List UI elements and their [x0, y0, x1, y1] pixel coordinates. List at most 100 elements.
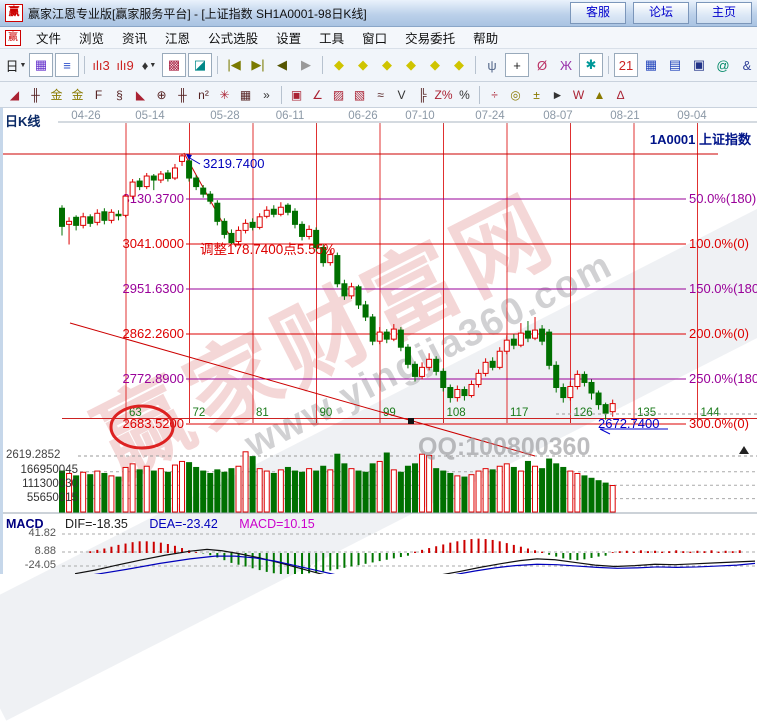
- first-page-icon[interactable]: |◀: [223, 54, 245, 76]
- candle: [561, 387, 566, 397]
- spiral-icon[interactable]: §: [110, 85, 129, 104]
- multi-window-icon[interactable]: ▦: [29, 53, 53, 77]
- gold-circle-icon[interactable]: ◎: [506, 85, 525, 104]
- web-link-icon[interactable]: @: [712, 54, 734, 76]
- date-tick-label: 06-11: [276, 110, 305, 122]
- star-target-icon[interactable]: ✳: [215, 85, 234, 104]
- menu-item-5[interactable]: 公式选股: [199, 26, 267, 49]
- shaded-box-icon[interactable]: ▨: [329, 85, 348, 104]
- menu-item-8[interactable]: 窗口: [353, 26, 396, 49]
- menu-item-3[interactable]: 资讯: [113, 26, 156, 49]
- calendar-icon[interactable]: 21: [614, 53, 638, 77]
- smart-analysis-icon[interactable]: ✱: [579, 53, 603, 77]
- box-range-icon[interactable]: ▣: [287, 85, 306, 104]
- more-tools-chevron-icon[interactable]: »: [257, 85, 276, 104]
- candle-tool-icon[interactable]: ♦▼: [138, 54, 160, 76]
- report-list-icon[interactable]: ≡: [55, 53, 79, 77]
- last-page-icon[interactable]: ▶|: [247, 54, 269, 76]
- erase-mark-icon[interactable]: Ø: [531, 54, 553, 76]
- j-angle-icon[interactable]: ∆: [611, 85, 630, 104]
- candle: [172, 168, 177, 178]
- gann-wizard-icon[interactable]: Ж: [555, 54, 577, 76]
- forum-button[interactable]: 论坛: [633, 2, 689, 24]
- candle: [363, 305, 368, 317]
- brush2-icon[interactable]: ◣: [131, 85, 150, 104]
- crosshair-icon[interactable]: +: [505, 53, 529, 77]
- diamond-h-icon[interactable]: ◆: [424, 54, 446, 76]
- price-level-label: 2772.8900: [123, 371, 184, 386]
- kline-period-icon[interactable]: 日▼: [5, 54, 27, 76]
- next-icon[interactable]: ▶: [295, 54, 317, 76]
- angle-set-icon[interactable]: ≈: [371, 85, 390, 104]
- home-button[interactable]: 主页: [696, 2, 752, 24]
- gold-line-icon[interactable]: ±: [527, 85, 546, 104]
- candle: [74, 217, 79, 225]
- volume-bar: [264, 471, 269, 512]
- candle: [292, 211, 297, 224]
- diamond-down-icon[interactable]: ◆: [400, 54, 422, 76]
- brush-icon[interactable]: ◢: [5, 85, 24, 104]
- gold-grid-1-icon[interactable]: 金: [47, 85, 66, 104]
- menu-item-7[interactable]: 工具: [310, 26, 353, 49]
- date-tick-label: 07-24: [475, 110, 505, 122]
- percent-icon[interactable]: %: [455, 85, 474, 104]
- volume-bar: [554, 464, 559, 512]
- candle: [568, 386, 573, 397]
- ruler-grid-icon[interactable]: ▦: [236, 85, 255, 104]
- gann-grid-icon[interactable]: ╫: [26, 85, 45, 104]
- indicator-3-icon[interactable]: ılı3: [90, 54, 112, 76]
- candle: [420, 367, 425, 376]
- gann-percent-label: 150.0%(180): [689, 281, 757, 296]
- kline-chart-canvas[interactable]: 04-2605-1405-2806-1106-2607-1007-2408-07…: [0, 108, 757, 574]
- candle: [575, 374, 580, 386]
- menu-item-1[interactable]: 文件: [27, 26, 70, 49]
- price-grid-icon[interactable]: ╠: [413, 85, 432, 104]
- menu-item-6[interactable]: 设置: [267, 26, 310, 49]
- diamond-up-icon[interactable]: ◆: [376, 54, 398, 76]
- fan-lines-icon[interactable]: ∠: [308, 85, 327, 104]
- notebook-icon[interactable]: ▤: [664, 54, 686, 76]
- dif-line: [75, 549, 755, 574]
- circle-grid-icon[interactable]: ⊕: [152, 85, 171, 104]
- diamond-right-icon[interactable]: ◆: [352, 54, 374, 76]
- menu-item-9[interactable]: 交易委托: [396, 26, 464, 49]
- stock-filter-icon[interactable]: ▩: [162, 53, 186, 77]
- n-square-icon[interactable]: n²: [194, 85, 213, 104]
- volume-bar: [427, 455, 432, 512]
- indicator-9-icon[interactable]: ılı9: [114, 54, 136, 76]
- prev-icon[interactable]: ◀: [271, 54, 293, 76]
- menu-item-10[interactable]: 帮助: [464, 26, 507, 49]
- hand-drag-icon[interactable]: ψ: [481, 54, 503, 76]
- gold-grid-2-icon[interactable]: 金: [68, 85, 87, 104]
- bar-number-label: 108: [447, 407, 466, 419]
- menu-item-4[interactable]: 江恩: [156, 26, 199, 49]
- diamond-left-icon[interactable]: ◆: [328, 54, 350, 76]
- check-wave-icon[interactable]: V: [392, 85, 411, 104]
- pct-wave-icon[interactable]: Z%: [434, 85, 453, 104]
- candle: [116, 214, 121, 216]
- dea-line: [75, 556, 755, 574]
- hatch-box-icon[interactable]: ▧: [350, 85, 369, 104]
- customer-service-button[interactable]: 客服: [570, 2, 626, 24]
- volume-bar: [307, 469, 312, 512]
- menu-item-2[interactable]: 浏览: [70, 26, 113, 49]
- remote-pc-icon[interactable]: &: [736, 54, 757, 76]
- candle: [589, 382, 594, 393]
- diamond-v-icon[interactable]: ◆: [448, 54, 470, 76]
- volume-bar: [158, 469, 163, 512]
- candle: [384, 332, 389, 339]
- fibonacci-f-icon[interactable]: F: [89, 85, 108, 104]
- pct-line-icon[interactable]: ÷: [485, 85, 504, 104]
- chart-area[interactable]: 赢家财富网 www.yingjia360.com 04-2605-1405-28…: [0, 108, 757, 574]
- candle: [95, 213, 100, 222]
- gann-percent-label: 250.0%(180): [689, 371, 757, 386]
- candle: [476, 373, 481, 384]
- gold-arrow-icon[interactable]: ▲: [590, 85, 609, 104]
- line-grid-icon[interactable]: ╫: [173, 85, 192, 104]
- price-flag-icon[interactable]: ►: [548, 85, 567, 104]
- calculator-icon[interactable]: ▦: [640, 54, 662, 76]
- candle: [194, 178, 199, 187]
- save-icon[interactable]: ▣: [688, 54, 710, 76]
- timeshare-icon[interactable]: ◪: [188, 53, 212, 77]
- wave-av-icon[interactable]: W: [569, 85, 588, 104]
